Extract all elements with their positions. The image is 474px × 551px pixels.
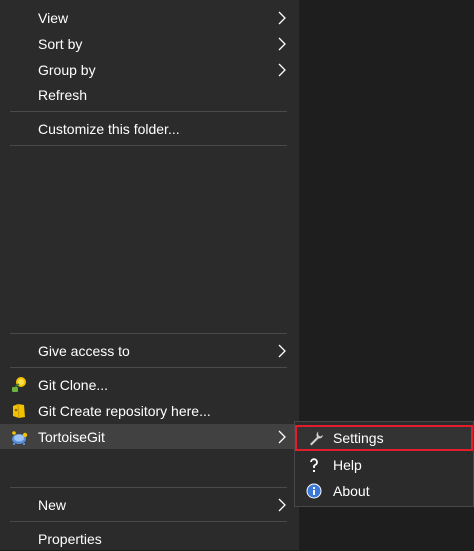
tortoisegit-icon [12,430,28,445]
menu-item-label: Sort by [38,35,83,52]
chevron-right-icon [278,344,286,357]
menu-item-group-by[interactable]: Group by [0,57,299,82]
chevron-right-icon [278,430,286,443]
menu-item-properties[interactable]: Properties [0,526,299,551]
chevron-right-icon [278,37,286,50]
menu-separator [10,111,287,112]
chevron-right-icon [278,498,286,511]
menu-item-new[interactable]: New [0,492,299,517]
menu-item-refresh[interactable]: Refresh [0,82,299,107]
menu-separator [10,487,287,488]
menu-separator [10,367,287,368]
info-icon [306,483,322,499]
menu-item-label: Refresh [38,86,88,103]
menu-item-label: View [38,9,69,26]
menu-item-label: New [38,496,67,513]
submenu-item-label: About [333,483,370,499]
menu-item-sort-by[interactable]: Sort by [0,31,299,56]
menu-separator [10,521,287,522]
menu-item-label: Git Clone... [38,376,109,393]
menu-separator [10,145,287,146]
menu-item-give-access[interactable]: Give access to [0,338,299,363]
menu-item-view[interactable]: View [0,5,299,30]
context-menu: View Sort by Group by Refresh Customize … [0,0,299,550]
menu-item-git-clone[interactable]: Git Clone... [0,372,299,397]
submenu-item-about[interactable]: About [295,478,473,504]
menu-item-label: Group by [38,61,96,78]
submenu-item-help[interactable]: Help [295,452,473,478]
chevron-right-icon [278,63,286,76]
wrench-icon [310,431,323,446]
submenu-item-label: Settings [333,430,384,446]
menu-item-label: Customize this folder... [38,120,180,137]
menu-item-label: Give access to [38,342,130,359]
menu-item-customize-folder[interactable]: Customize this folder... [0,116,299,141]
git-create-repo-icon [13,403,25,418]
git-clone-icon [12,376,26,392]
submenu-item-label: Help [333,457,362,473]
menu-separator [10,333,287,334]
submenu-item-settings[interactable]: Settings [295,425,473,451]
menu-item-tortoisegit[interactable]: TortoiseGit [0,424,299,449]
menu-item-label: Properties [38,530,102,547]
help-icon [310,458,318,472]
menu-item-label: TortoiseGit [38,428,105,445]
chevron-right-icon [278,11,286,24]
menu-item-git-create-repository[interactable]: Git Create repository here... [0,398,299,423]
menu-item-label: Git Create repository here... [38,402,211,419]
tortoisegit-submenu: Settings Help About [294,421,474,507]
